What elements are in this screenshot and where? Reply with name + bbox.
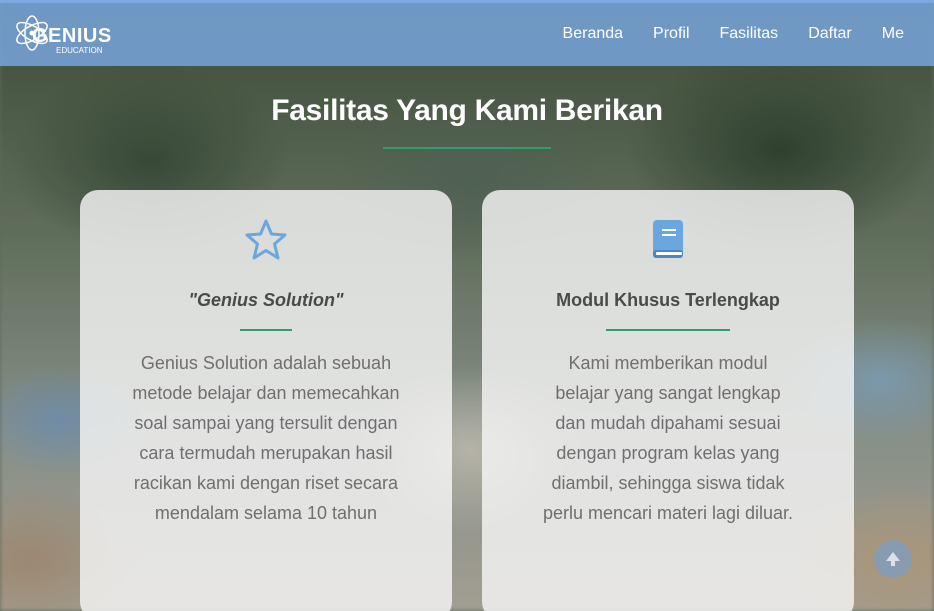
card-title: "Genius Solution" [188, 290, 344, 310]
nav-item-profil[interactable]: Profil [638, 25, 704, 43]
navbar: GENIUS EDUCATION Beranda Profil Fasilita… [0, 0, 934, 66]
card-title: Modul Khusus Terlengkap [556, 290, 780, 310]
nav-item-me[interactable]: Me [867, 25, 934, 43]
nav-item-daftar[interactable]: Daftar [793, 25, 867, 43]
card-description: Genius Solution adalah sebuah metode bel… [132, 353, 400, 523]
book-icon [653, 220, 683, 258]
brand-subtitle: EDUCATION [56, 46, 103, 55]
feature-card-genius-solution: "Genius Solution" Genius Solution adalah… [80, 190, 452, 611]
nav-item-beranda[interactable]: Beranda [548, 25, 639, 43]
brand-name: GENIUS [32, 25, 112, 47]
title-divider [383, 147, 551, 149]
card-divider [606, 329, 730, 331]
card-divider [240, 329, 292, 331]
section-title: Fasilitas Yang Kami Berikan [271, 94, 663, 127]
feature-card-modul: Modul Khusus Terlengkap Kami memberikan … [482, 190, 854, 611]
star-icon [245, 219, 287, 260]
card-description: Kami memberikan modul belajar yang sanga… [542, 353, 794, 523]
brand-logo[interactable]: GENIUS EDUCATION [14, 9, 114, 59]
scroll-to-top-button[interactable] [874, 540, 912, 578]
nav-item-fasilitas[interactable]: Fasilitas [705, 25, 794, 43]
arrow-up-icon [886, 552, 900, 566]
nav-menu: Beranda Profil Fasilitas Daftar Me [548, 25, 934, 43]
